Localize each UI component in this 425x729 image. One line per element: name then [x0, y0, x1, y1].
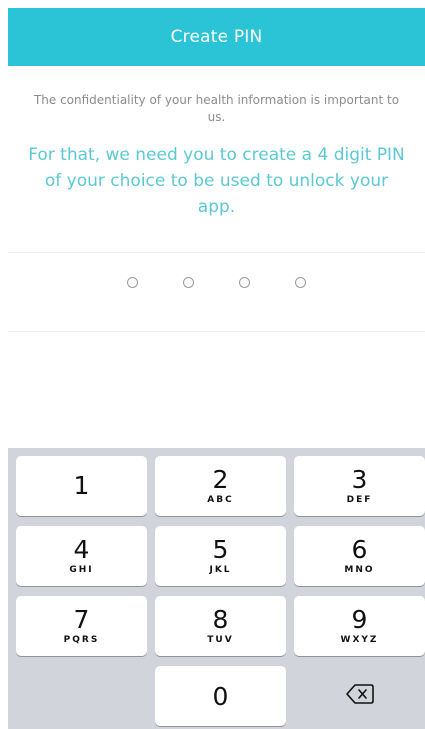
key-empty — [16, 666, 147, 726]
key-6[interactable]: 6 MNO — [294, 526, 425, 586]
key-number: 2 — [212, 465, 229, 494]
header-bar: Create PIN — [8, 8, 425, 66]
pin-indicator — [8, 277, 425, 288]
key-number: 0 — [212, 682, 229, 711]
pin-dot-3 — [239, 277, 250, 288]
page-title: Create PIN — [170, 27, 263, 47]
key-letters: WXYZ — [340, 635, 379, 645]
key-letters: MNO — [344, 565, 375, 575]
key-number: 9 — [351, 605, 368, 634]
key-1[interactable]: 1 — [16, 456, 147, 516]
create-pin-screen: Create PIN The confidentiality of your h… — [8, 8, 425, 729]
key-2[interactable]: 2 ABC — [155, 456, 286, 516]
key-letters: DEF — [346, 495, 373, 505]
key-7[interactable]: 7 PQRS — [16, 596, 147, 656]
key-letters: TUV — [207, 635, 234, 645]
key-letters: JKL — [209, 565, 232, 575]
key-8[interactable]: 8 TUV — [155, 596, 286, 656]
key-number: 5 — [212, 535, 229, 564]
delete-key[interactable] — [294, 666, 425, 726]
backspace-icon — [345, 683, 375, 709]
key-5[interactable]: 5 JKL — [155, 526, 286, 586]
key-number: 7 — [73, 605, 90, 634]
key-number: 3 — [351, 465, 368, 494]
key-4[interactable]: 4 GHI — [16, 526, 147, 586]
key-number: 6 — [351, 535, 368, 564]
numeric-keypad: 1 2 ABC 3 DEF 4 GHI 5 JKL 6 MNO 7 PQRS 8… — [8, 448, 425, 729]
key-9[interactable]: 9 WXYZ — [294, 596, 425, 656]
pin-dot-1 — [127, 277, 138, 288]
divider-bottom — [8, 331, 425, 332]
key-number: 1 — [73, 471, 90, 500]
pin-dot-4 — [295, 277, 306, 288]
divider-top — [8, 252, 425, 253]
key-number: 4 — [73, 535, 90, 564]
pin-dot-2 — [183, 277, 194, 288]
instruction-text: For that, we need you to create a 4 digi… — [28, 145, 405, 217]
key-letters: GHI — [69, 565, 94, 575]
intro-text: The confidentiality of your health infor… — [33, 93, 400, 124]
key-letters: PQRS — [63, 635, 100, 645]
key-0[interactable]: 0 — [155, 666, 286, 726]
key-number: 8 — [212, 605, 229, 634]
key-3[interactable]: 3 DEF — [294, 456, 425, 516]
key-letters: ABC — [207, 495, 234, 505]
